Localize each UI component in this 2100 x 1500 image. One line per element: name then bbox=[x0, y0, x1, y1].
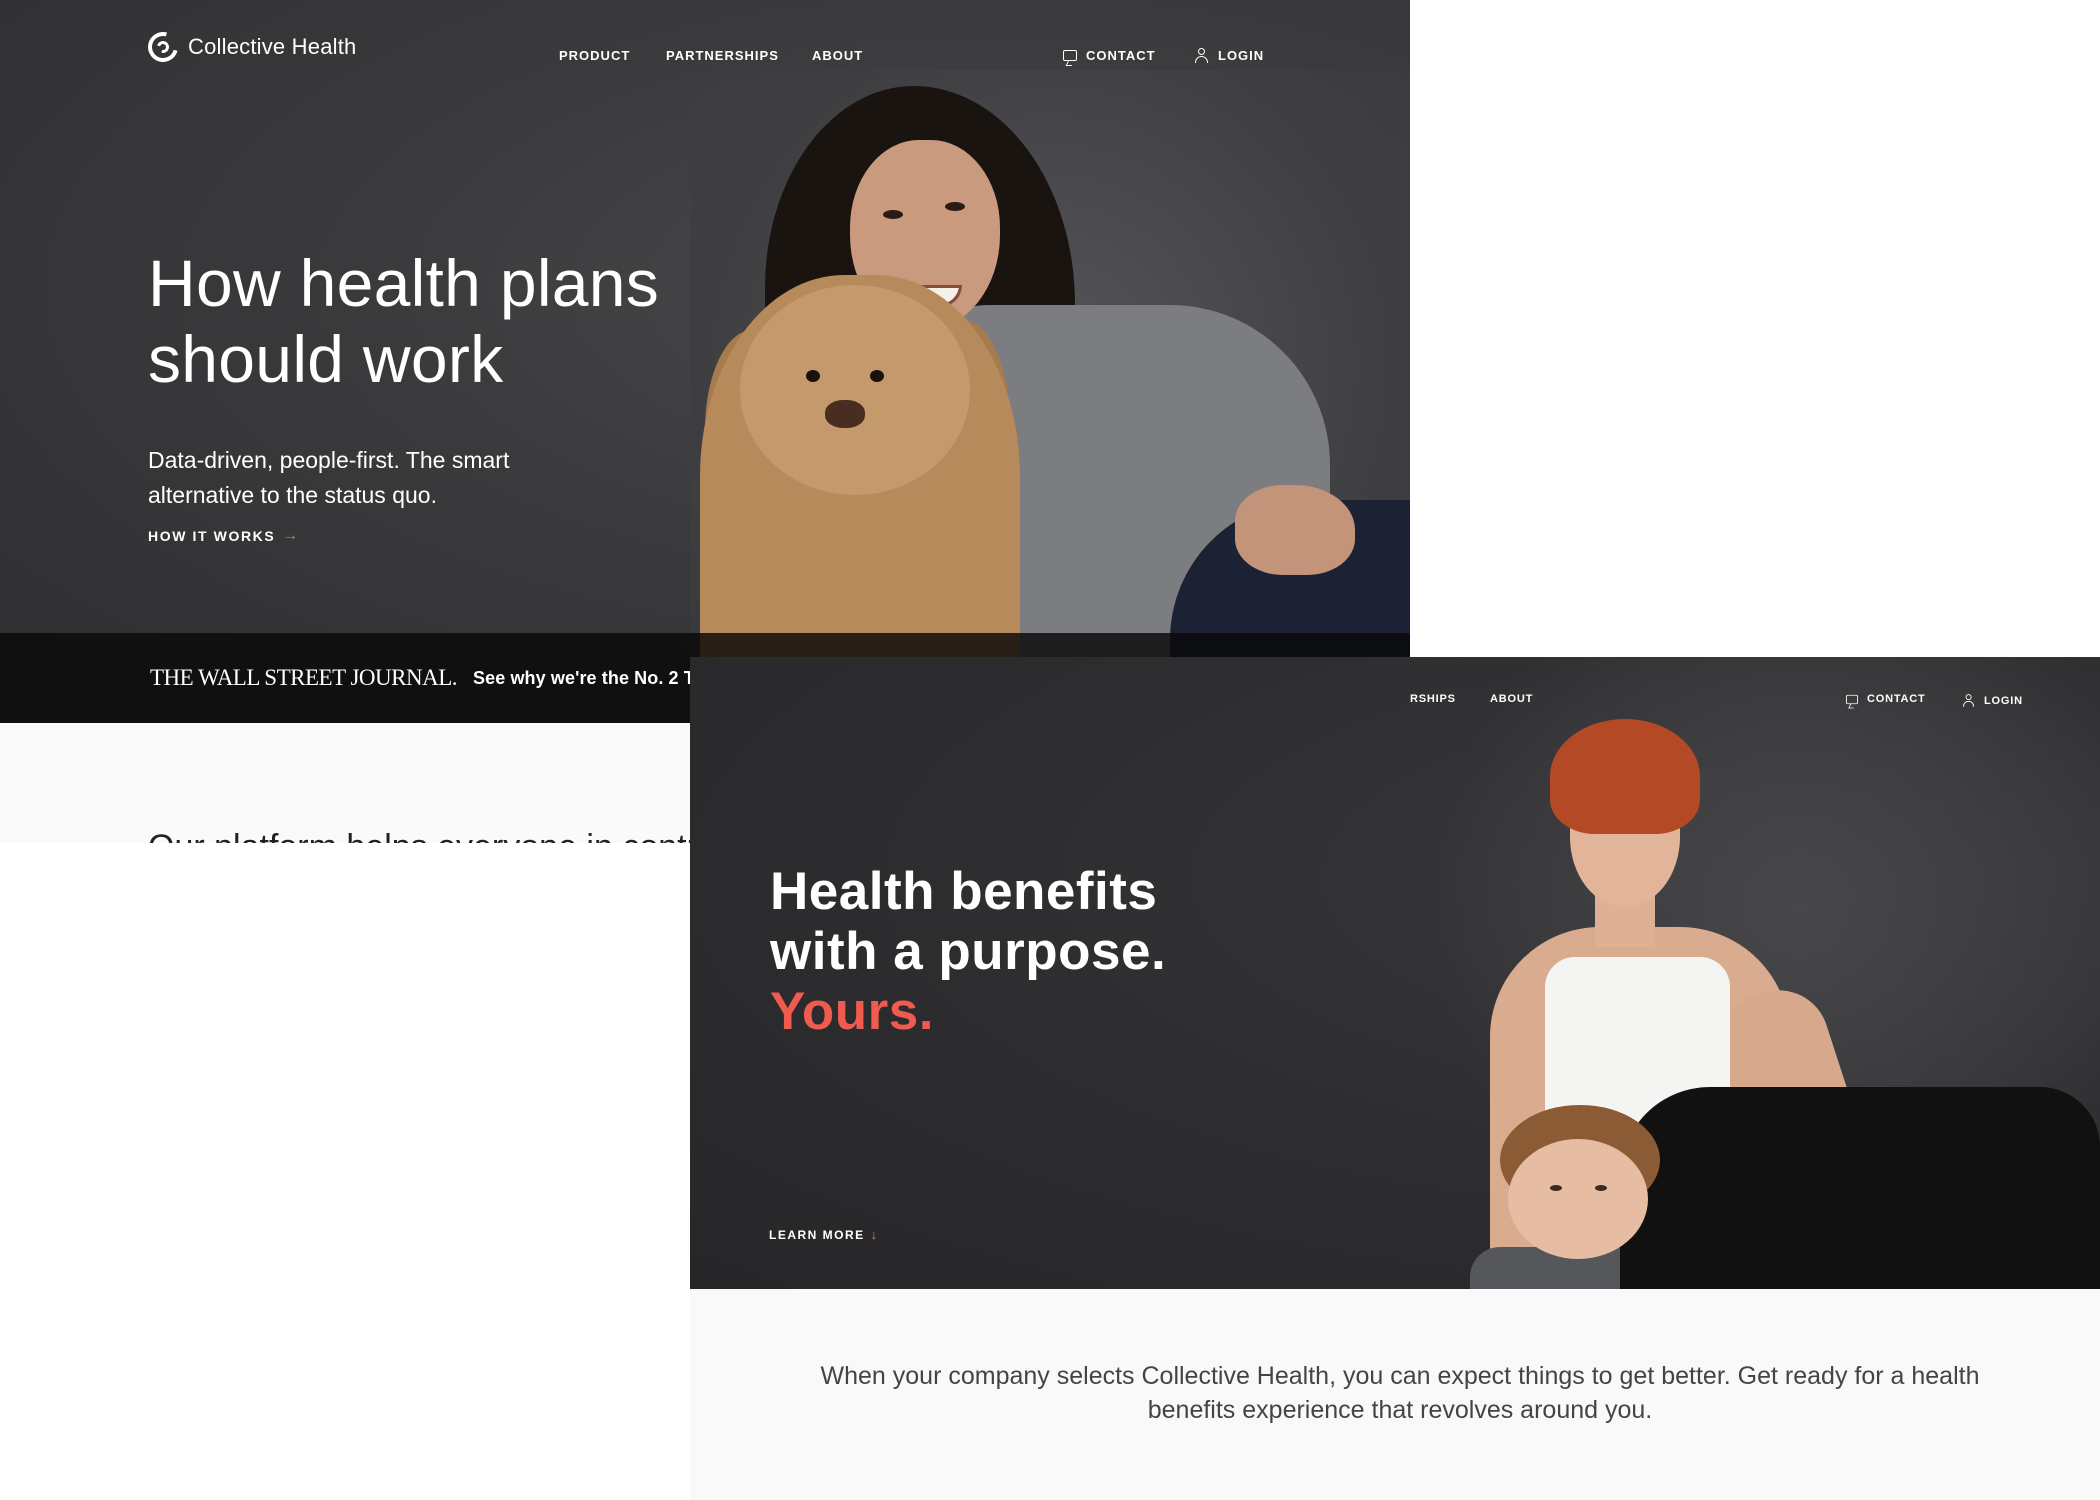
nav-login-label: LOGIN bbox=[1984, 694, 2023, 707]
nav-about[interactable]: ABOUT bbox=[812, 48, 863, 63]
nav-partnerships[interactable]: RSHIPS bbox=[1410, 693, 1456, 705]
hero-section-2: RSHIPS ABOUT CONTACT LOGIN Health benefi… bbox=[690, 657, 2100, 1289]
how-it-works-label: HOW IT WORKS bbox=[148, 528, 276, 544]
chat-icon bbox=[1063, 50, 1077, 61]
wsj-logo: THE WALL STREET JOURNAL. bbox=[150, 665, 458, 690]
hero-photo-kid-shirt bbox=[1620, 1087, 2100, 1289]
brand-logo[interactable]: Collective Health bbox=[142, 26, 357, 68]
hero-photo-eye bbox=[1550, 1185, 1562, 1191]
nav-login-label: LOGIN bbox=[1218, 48, 1265, 63]
hero-photo-eye bbox=[883, 210, 903, 219]
arrow-down-icon: ↓ bbox=[870, 1227, 879, 1242]
user-icon bbox=[1195, 48, 1209, 63]
hero-photo-dog-head bbox=[740, 285, 970, 495]
chat-icon bbox=[1846, 694, 1858, 704]
learn-more-link[interactable]: LEARN MORE ↓ bbox=[769, 1227, 879, 1242]
nav-login[interactable]: LOGIN bbox=[1962, 693, 2023, 708]
hero-headline: How health plans should work bbox=[148, 246, 660, 396]
hero-headline-accent: Yours. bbox=[770, 982, 934, 1041]
hero-headline-2: Health benefits with a purpose. Yours. bbox=[770, 862, 1270, 1042]
nav-login[interactable]: LOGIN bbox=[1195, 48, 1264, 63]
hero-photo-eye bbox=[1595, 1185, 1607, 1191]
hero-headline-line1: Health benefits bbox=[770, 862, 1158, 921]
hero-section: Collective Health PRODUCT PARTNERSHIPS A… bbox=[0, 0, 1410, 723]
hero-headline-line2: with a purpose. bbox=[770, 922, 1167, 981]
brand-name: Collective Health bbox=[188, 34, 357, 59]
intro-paragraph: When your company selects Collective Hea… bbox=[820, 1362, 1980, 1424]
hero-photo-girl-hand bbox=[1235, 485, 1355, 575]
hero-photo-dog-eye bbox=[806, 370, 820, 382]
logo-mark-icon bbox=[142, 26, 184, 68]
arrow-right-icon: → bbox=[282, 527, 300, 544]
nav-contact-label: CONTACT bbox=[1086, 48, 1156, 63]
nav-about[interactable]: ABOUT bbox=[1490, 693, 1533, 705]
hero-photo-eye bbox=[945, 202, 965, 211]
nav-contact-label: CONTACT bbox=[1867, 693, 1926, 705]
hero-photo-kid-face bbox=[1508, 1139, 1648, 1259]
hero-photo-woman-hair bbox=[1550, 719, 1700, 834]
nav-product[interactable]: PRODUCT bbox=[559, 48, 630, 63]
nav-partnerships[interactable]: PARTNERSHIPS bbox=[666, 48, 779, 63]
user-icon bbox=[1963, 694, 1975, 707]
nav-contact[interactable]: CONTACT bbox=[1845, 693, 1926, 705]
screenshot-members: RSHIPS ABOUT CONTACT LOGIN Health benefi… bbox=[690, 657, 2100, 1500]
hero-subhead: Data-driven, people-first. The smart alt… bbox=[148, 447, 510, 508]
learn-more-label: LEARN MORE bbox=[769, 1227, 865, 1242]
how-it-works-link[interactable]: HOW IT WORKS → bbox=[148, 527, 300, 545]
nav-contact[interactable]: CONTACT bbox=[1063, 48, 1156, 63]
hero-photo-dog-eye bbox=[870, 370, 884, 382]
hero-photo-dog-nose bbox=[825, 400, 865, 428]
